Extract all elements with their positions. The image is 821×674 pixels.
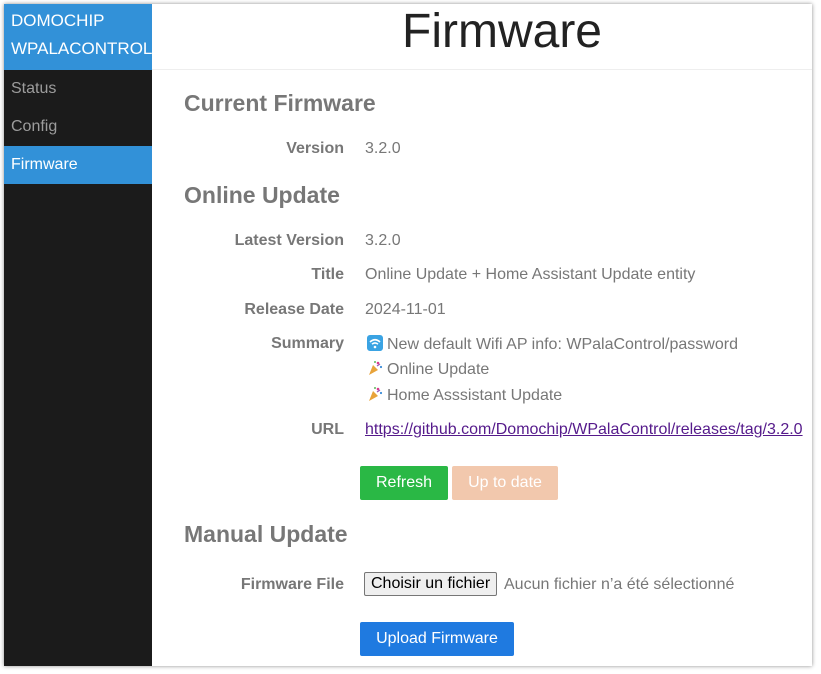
summary-label: Summary: [271, 335, 344, 352]
party-popper-icon: [369, 361, 383, 375]
up-to-date-button: Up to date: [452, 466, 558, 500]
manual-update-heading: Manual Update: [184, 521, 348, 547]
firmware-file-label: Firmware File: [240, 576, 344, 593]
title-label: Title: [311, 266, 344, 283]
wifi-icon: [367, 335, 383, 351]
version-value: 3.2.0: [365, 140, 401, 157]
title-value: Online Update + Home Assistant Update en…: [365, 266, 696, 283]
latest-version-label: Latest Version: [234, 232, 344, 249]
summary-item: Online Update: [367, 360, 489, 379]
page-header: Firmware: [152, 4, 812, 70]
app-window: DOMOCHIP WPALACONTROL Status Config Firm…: [4, 4, 812, 666]
choose-file-button[interactable]: Choisir un fichier: [364, 572, 498, 596]
page-title: Firmware: [402, 5, 602, 58]
brand-line-1: DOMOCHIP: [11, 11, 105, 30]
summary-text: Home Asssistant Update: [387, 387, 563, 404]
release-date-label: Release Date: [244, 301, 344, 318]
sidebar: DOMOCHIP WPALACONTROL Status Config Firm…: [4, 4, 152, 666]
current-firmware-heading: Current Firmware: [184, 90, 376, 116]
url-label: URL: [311, 421, 344, 438]
file-status-text: Aucun fichier n’a été sélectionné: [504, 576, 735, 593]
version-label: Version: [286, 140, 344, 157]
sidebar-item-config[interactable]: Config: [4, 108, 152, 146]
party-popper-icon: [369, 387, 383, 401]
upload-firmware-button[interactable]: Upload Firmware: [360, 622, 514, 656]
online-update-heading: Online Update: [184, 182, 340, 208]
release-date-value: 2024-11-01: [365, 301, 446, 318]
summary-text: New default Wifi AP info: WPalaControl/p…: [387, 336, 738, 353]
sidebar-item-status[interactable]: Status: [4, 70, 152, 108]
refresh-button[interactable]: Refresh: [360, 466, 448, 500]
summary-item: New default Wifi AP info: WPalaControl/p…: [367, 335, 738, 354]
sidebar-item-firmware[interactable]: Firmware: [4, 146, 152, 184]
latest-version-value: 3.2.0: [365, 232, 401, 249]
main-content: Firmware Current Firmware Version 3.2.0 …: [152, 4, 812, 666]
brand-line-2: WPALACONTROL: [11, 39, 152, 58]
summary-text: Online Update: [387, 361, 490, 378]
release-url-link[interactable]: https://github.com/Domochip/WPalaControl…: [365, 421, 803, 439]
summary-item: Home Asssistant Update: [367, 386, 562, 405]
brand-logo[interactable]: DOMOCHIP WPALACONTROL: [4, 4, 152, 70]
